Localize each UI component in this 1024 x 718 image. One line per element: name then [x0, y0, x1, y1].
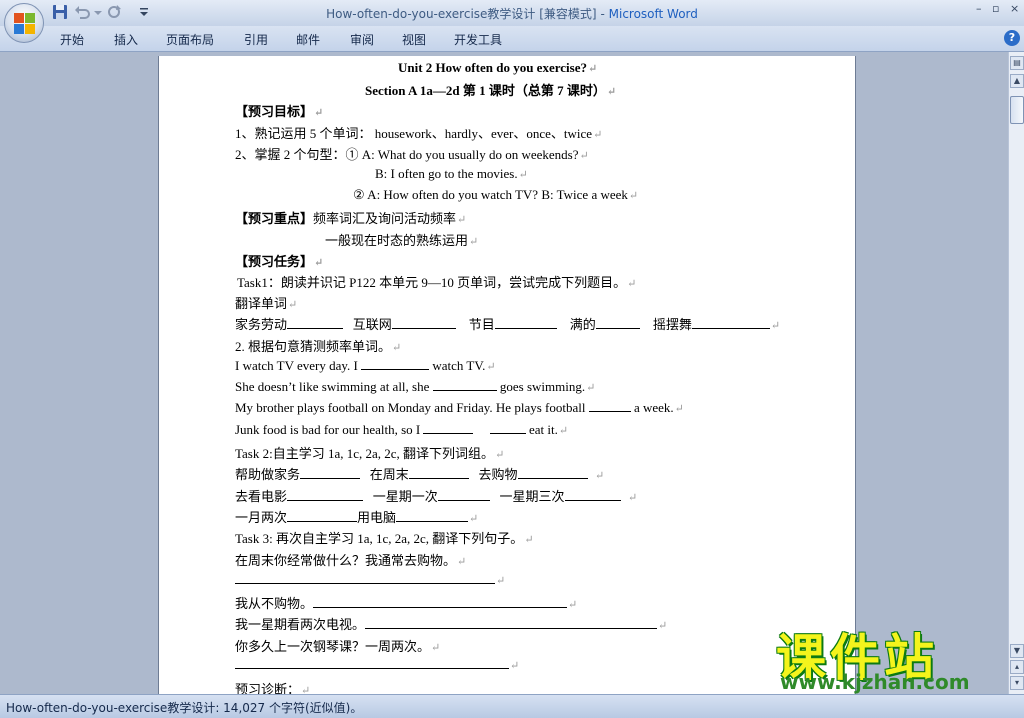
close-button[interactable]: × — [1010, 2, 1019, 15]
diagnosis-heading: 预习诊断：↵ — [235, 682, 311, 694]
phrase-line-3: 一月两次 用电脑 ↵ — [235, 510, 479, 525]
undo-icon[interactable] — [74, 4, 90, 20]
tab-insert[interactable]: 插入 — [114, 31, 138, 48]
answer-line-2: ↵ — [235, 657, 519, 673]
guess-heading: 2. 根据句意猜测频率单词。↵ — [235, 339, 402, 354]
question-2: 我从不购物。 ↵ — [235, 596, 578, 611]
goal-2: 2、掌握 2 个句型：① A: What do you usually do o… — [235, 147, 589, 162]
goal-2-c: ② A: How often do you watch TV? B: Twice… — [353, 187, 639, 202]
sentence-2: She doesn’t like swimming at all, she go… — [235, 379, 596, 394]
word-count-status[interactable]: How-often-do-you-exercise教学设计: 14,027 个字… — [6, 699, 362, 716]
scroll-thumb[interactable] — [1010, 96, 1024, 124]
app-name: Microsoft Word — [608, 7, 698, 21]
document-page[interactable]: Unit 2 How often do you exercise?↵ Secti… — [158, 56, 856, 694]
phrase-line-1: 帮助做家务 在周末 去购物 ↵ — [235, 467, 605, 482]
ruler-toggle-icon[interactable]: ▤ — [1010, 56, 1024, 70]
scroll-down-icon[interactable]: ▼ — [1010, 644, 1024, 658]
tab-mailings[interactable]: 邮件 — [296, 31, 320, 48]
sentence-3: My brother plays football on Monday and … — [235, 400, 684, 415]
help-icon[interactable]: ? — [1004, 30, 1020, 46]
status-bar: How-often-do-you-exercise教学设计: 14,027 个字… — [0, 694, 1024, 718]
question-3: 我一星期看两次电视。 ↵ — [235, 617, 668, 632]
tab-developer[interactable]: 开发工具 — [454, 31, 502, 48]
focus-heading: 【预习重点】 — [235, 211, 314, 226]
office-logo-icon — [14, 13, 35, 34]
minimize-button[interactable]: – — [976, 2, 982, 15]
task-2: Task 2:自主学习 1a, 1c, 2a, 2c, 翻译下列词组。↵ — [235, 446, 505, 461]
translate-heading: 翻译单词↵ — [235, 296, 298, 311]
undo-dropdown-icon[interactable] — [90, 4, 106, 20]
question-1: 在周末你经常做什么？我通常去购物。↵ — [235, 553, 467, 568]
tab-review[interactable]: 审阅 — [350, 31, 374, 48]
sentence-1: I watch TV every day. I watch TV.↵ — [235, 358, 496, 373]
task-3: Task 3: 再次自主学习 1a, 1c, 2a, 2c, 翻译下列句子。↵ — [235, 531, 534, 546]
goal-1: 1、熟记运用 5 个单词： housework、hardly、ever、once… — [235, 126, 603, 141]
office-button[interactable] — [4, 3, 44, 43]
save-icon[interactable] — [52, 4, 68, 20]
task-heading: 【预习任务】↵ — [235, 254, 324, 269]
vocab-line: 家务劳动 互联网 节目 满的 摇摆舞 ↵ — [235, 317, 781, 332]
question-4: 你多久上一次钢琴课？一周两次。↵ — [235, 639, 441, 654]
redo-icon[interactable] — [106, 4, 122, 20]
phrase-line-2: 去看电影 一星期一次 一星期三次 ↵ — [235, 489, 638, 504]
vertical-scrollbar[interactable]: ▤ ▲ ▼ ▴ ▾ — [1008, 52, 1024, 694]
restore-button[interactable]: ▫ — [992, 2, 999, 15]
answer-line-1: ↵ — [235, 572, 505, 588]
sentence-4: Junk food is bad for our health, so I ea… — [235, 422, 569, 437]
focus-line-2: 一般现在时态的熟练运用↵ — [325, 233, 479, 248]
goals-heading: 【预习目标】↵ — [235, 104, 324, 119]
window-title: How-often-do-you-exercise教学设计 [兼容模式] - M… — [0, 5, 1024, 22]
compat-mode: [兼容模式] — [539, 7, 597, 21]
doc-title: Unit 2 How often do you exercise?↵ — [398, 60, 598, 75]
scroll-up-icon[interactable]: ▲ — [1010, 74, 1024, 88]
doc-subtitle: Section A 1a—2d 第 1 课时（总第 7 课时）↵ — [365, 83, 617, 98]
next-page-icon[interactable]: ▾ — [1010, 676, 1024, 690]
tab-view[interactable]: 视图 — [402, 31, 426, 48]
previous-page-icon[interactable]: ▴ — [1010, 660, 1024, 674]
focus-line-1: 【预习重点】频率词汇及询问活动频率↵ — [235, 211, 467, 226]
ribbon-tab-bar: 开始 插入 页面布局 引用 邮件 审阅 视图 开发工具 ? — [0, 26, 1024, 52]
task-1: Task1：朗读并识记 P122 本单元 9—10 页单词，尝试完成下列题目。↵ — [237, 275, 637, 290]
document-workspace: Unit 2 How often do you exercise?↵ Secti… — [0, 52, 1008, 694]
goal-2-b: B: I often go to the movies.↵ — [375, 166, 528, 181]
watermark-logo: 课件站 www.kjzhan.com — [770, 618, 1010, 694]
tab-home[interactable]: 开始 — [60, 31, 84, 48]
title-bar: How-often-do-you-exercise教学设计 [兼容模式] - M… — [0, 0, 1024, 26]
document-name: How-often-do-you-exercise教学设计 — [326, 7, 536, 21]
tab-references[interactable]: 引用 — [244, 31, 268, 48]
title-separator: - — [600, 7, 605, 21]
watermark-url: www.kjzhan.com — [780, 670, 970, 694]
customize-toolbar-icon[interactable] — [138, 4, 150, 20]
tab-page-layout[interactable]: 页面布局 — [166, 31, 214, 48]
